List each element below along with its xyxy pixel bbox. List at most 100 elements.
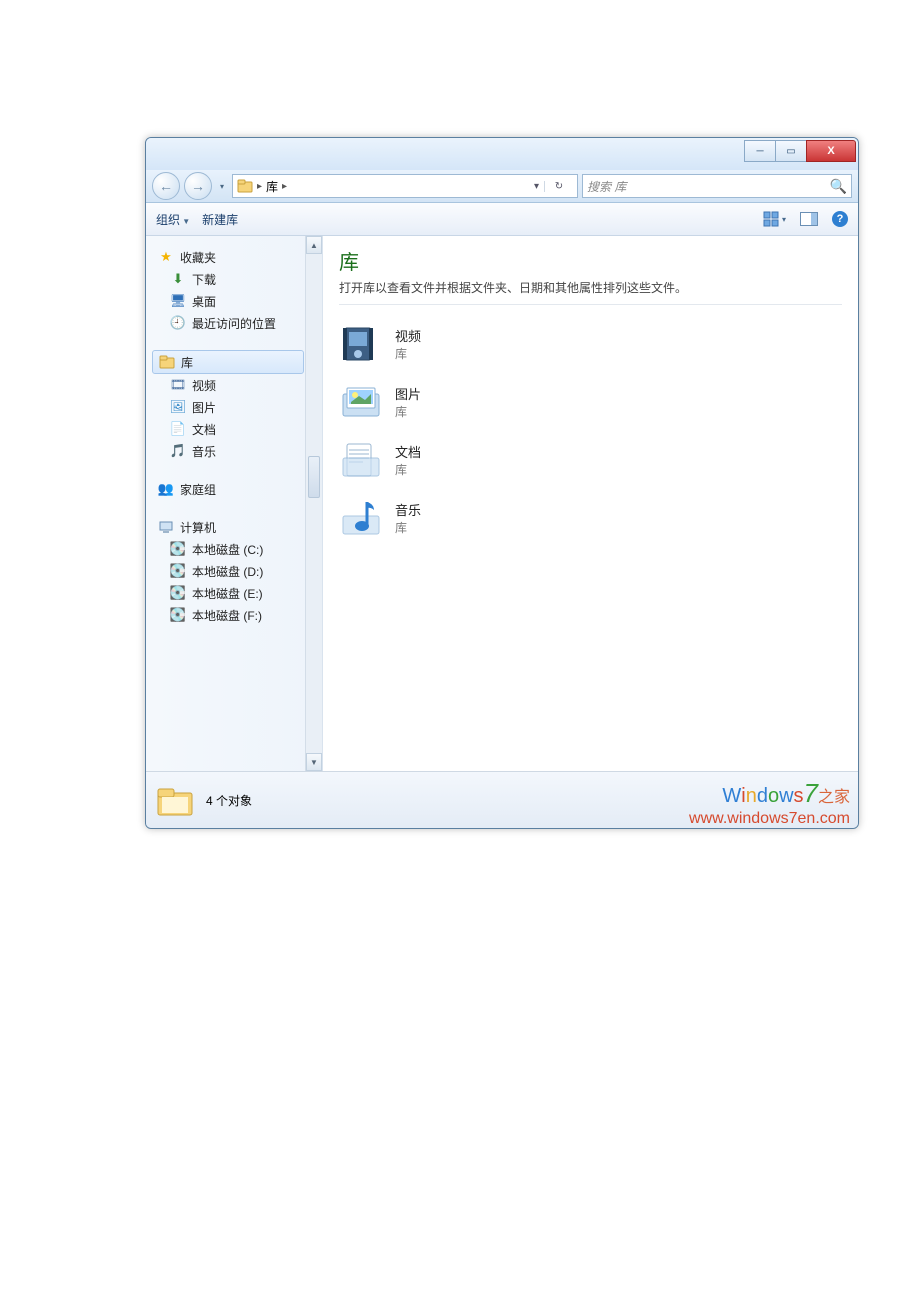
music-icon: 🎵	[170, 443, 186, 459]
nav-bar: ← → ▾ ▸ 库 ▸ ▾ ↻ 搜索 库 🔍	[146, 170, 858, 203]
watermark: Windows7之家 www.windows7en.com	[689, 778, 850, 828]
sidebar-item-label: 图片	[192, 399, 216, 416]
address-dropdown[interactable]: ▾	[531, 181, 542, 192]
help-button[interactable]: ?	[832, 211, 848, 227]
sidebar-item-label: 文档	[192, 421, 216, 438]
recent-icon: 🕘	[170, 315, 186, 331]
refresh-button[interactable]: ↻	[544, 181, 573, 192]
library-item-videos[interactable]: 视频 库	[339, 315, 842, 373]
content-pane: 库 打开库以查看文件并根据文件夹、日期和其他属性排列这些文件。 视频 库 图片	[323, 236, 858, 771]
forward-button[interactable]: →	[184, 172, 212, 200]
sidebar-item-documents[interactable]: 📄 文档	[152, 418, 322, 440]
page-subtitle: 打开库以查看文件并根据文件夹、日期和其他属性排列这些文件。	[339, 279, 842, 296]
drive-icon: 💽	[170, 541, 186, 557]
sidebar-item-label: 本地磁盘 (F:)	[192, 607, 262, 624]
document-library-icon	[339, 438, 383, 482]
library-item-pictures[interactable]: 图片 库	[339, 373, 842, 431]
library-item-text: 图片 库	[395, 384, 421, 420]
library-item-name: 视频	[395, 326, 421, 345]
sidebar-item-label: 本地磁盘 (C:)	[192, 541, 263, 558]
sidebar-group-homegroup: 👥 家庭组	[152, 478, 322, 500]
sidebar-item-label: 本地磁盘 (D:)	[192, 563, 263, 580]
drive-icon: 💽	[170, 563, 186, 579]
sidebar-item-computer[interactable]: 计算机	[152, 516, 322, 538]
sidebar-group-favorites: ★ 收藏夹 ⬇ 下载 🖥 桌面 🕘 最近访问的位置	[152, 246, 322, 334]
sidebar-item-label: 最近访问的位置	[192, 315, 276, 332]
drive-icon: 💽	[170, 607, 186, 623]
watermark-line2: www.windows7en.com	[689, 809, 850, 828]
sidebar-item-drive-e[interactable]: 💽 本地磁盘 (E:)	[152, 582, 322, 604]
sidebar-item-label: 家庭组	[180, 481, 216, 498]
sidebar-scrollbar[interactable]: ▲ ▼	[305, 236, 322, 771]
picture-icon: 🖼	[170, 399, 186, 415]
crumb-sep-icon: ▸	[257, 181, 262, 192]
sidebar-item-desktop[interactable]: 🖥 桌面	[152, 290, 322, 312]
sidebar-group-computer: 计算机 💽 本地磁盘 (C:) 💽 本地磁盘 (D:) 💽 本地磁盘 (E:)	[152, 516, 322, 626]
sidebar-item-homegroup[interactable]: 👥 家庭组	[152, 478, 322, 500]
search-input[interactable]: 搜索 库 🔍	[582, 174, 852, 198]
document-icon: 📄	[170, 421, 186, 437]
download-icon: ⬇	[170, 271, 186, 287]
sidebar-item-recent[interactable]: 🕘 最近访问的位置	[152, 312, 322, 334]
sidebar-item-drive-d[interactable]: 💽 本地磁盘 (D:)	[152, 560, 322, 582]
sidebar-item-music[interactable]: 🎵 音乐	[152, 440, 322, 462]
library-item-name: 图片	[395, 384, 421, 403]
crumb-label: 库	[266, 178, 278, 195]
library-item-music[interactable]: 音乐 库	[339, 489, 842, 547]
sidebar-item-downloads[interactable]: ⬇ 下载	[152, 268, 322, 290]
status-folder-icon	[156, 783, 194, 817]
sidebar-item-libraries[interactable]: 库	[152, 350, 304, 374]
desktop-icon: 🖥	[170, 293, 186, 309]
address-bar[interactable]: ▸ 库 ▸ ▾ ↻	[232, 174, 578, 198]
breadcrumb-root[interactable]: ▸ 库 ▸	[257, 178, 287, 195]
close-button[interactable]: X	[806, 140, 856, 162]
scroll-up-button[interactable]: ▲	[306, 236, 322, 254]
library-item-name: 音乐	[395, 500, 421, 519]
minimize-button[interactable]: ─	[744, 140, 776, 162]
library-icon	[237, 178, 253, 194]
sidebar-item-label: 收藏夹	[180, 249, 216, 266]
maximize-button[interactable]: ▭	[775, 140, 807, 162]
window-body: ★ 收藏夹 ⬇ 下载 🖥 桌面 🕘 最近访问的位置	[146, 236, 858, 771]
sidebar-item-videos[interactable]: 🎞 视频	[152, 374, 322, 396]
view-icon	[763, 211, 779, 227]
video-icon: 🎞	[170, 377, 186, 393]
sidebar-item-label: 计算机	[180, 519, 216, 536]
view-options-button[interactable]: ▾	[763, 211, 786, 227]
crumb-sep-icon: ▸	[282, 181, 287, 192]
library-item-kind: 库	[395, 403, 421, 420]
picture-library-icon	[339, 380, 383, 424]
music-library-icon	[339, 496, 383, 540]
sidebar-item-drive-c[interactable]: 💽 本地磁盘 (C:)	[152, 538, 322, 560]
library-item-kind: 库	[395, 519, 421, 536]
star-icon: ★	[158, 249, 174, 265]
scroll-down-button[interactable]: ▼	[306, 753, 322, 771]
sidebar-item-favorites[interactable]: ★ 收藏夹	[152, 246, 322, 268]
sidebar-item-drive-f[interactable]: 💽 本地磁盘 (F:)	[152, 604, 322, 626]
sidebar-item-label: 视频	[192, 377, 216, 394]
status-count: 4 个对象	[206, 792, 252, 809]
history-dropdown[interactable]: ▾	[216, 182, 228, 191]
search-placeholder: 搜索 库	[587, 178, 626, 195]
video-library-icon	[339, 322, 383, 366]
library-item-name: 文档	[395, 442, 421, 461]
navigation-pane: ★ 收藏夹 ⬇ 下载 🖥 桌面 🕘 最近访问的位置	[146, 236, 323, 771]
sidebar-item-pictures[interactable]: 🖼 图片	[152, 396, 322, 418]
library-item-kind: 库	[395, 345, 421, 362]
sidebar-item-label: 库	[181, 354, 193, 371]
organize-menu[interactable]: 组织	[156, 211, 190, 228]
computer-icon	[158, 519, 174, 535]
page-title: 库	[339, 246, 842, 275]
divider	[339, 304, 842, 305]
new-library-button[interactable]: 新建库	[202, 211, 238, 228]
preview-pane-button[interactable]	[800, 212, 818, 226]
sidebar-item-label: 本地磁盘 (E:)	[192, 585, 263, 602]
scroll-thumb[interactable]	[308, 456, 320, 498]
sidebar-item-label: 下载	[192, 271, 216, 288]
library-item-documents[interactable]: 文档 库	[339, 431, 842, 489]
explorer-window: ─ ▭ X ← → ▾ ▸ 库 ▸ ▾ ↻ 搜索 库 🔍	[145, 137, 859, 829]
status-bar: 4 个对象 Windows7之家 www.windows7en.com	[146, 771, 858, 828]
toolbar: 组织 新建库 ▾ ?	[146, 203, 858, 236]
back-button[interactable]: ←	[152, 172, 180, 200]
sidebar-item-label: 音乐	[192, 443, 216, 460]
